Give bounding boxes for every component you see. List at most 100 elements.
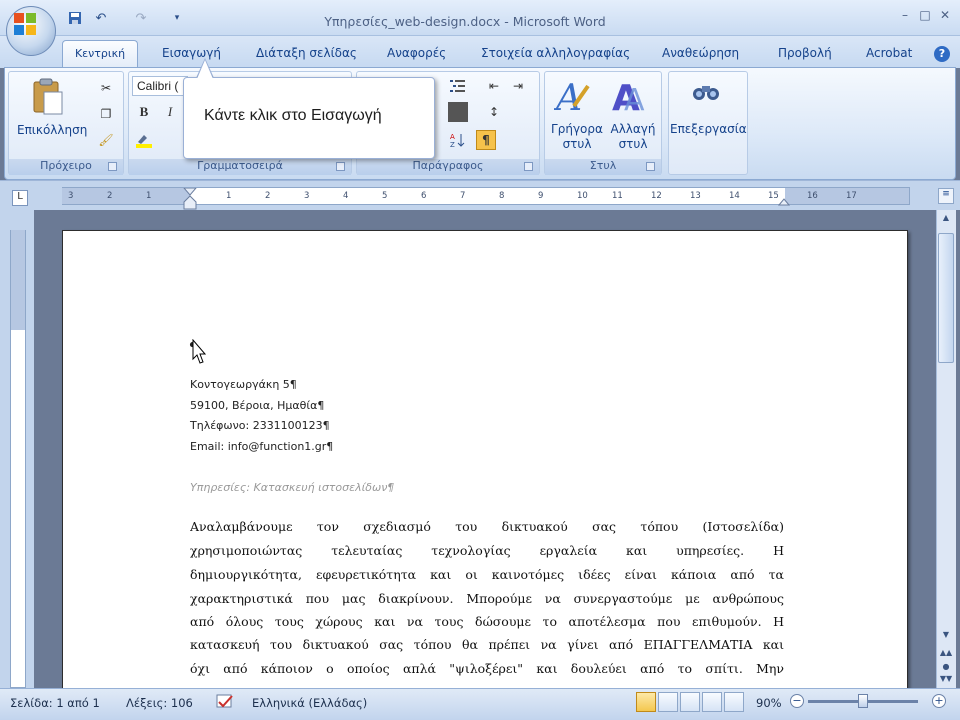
line-spacing-icon[interactable]: ↕ <box>484 102 504 122</box>
scroll-up-icon[interactable]: ▲ <box>938 213 954 227</box>
close-button[interactable]: ✕ <box>936 8 954 24</box>
document-page[interactable] <box>62 230 908 700</box>
ruler-tick: 14 <box>729 191 740 201</box>
ruler-tick: 5 <box>382 191 388 201</box>
previous-page-icon[interactable]: ▲▲ <box>938 648 954 662</box>
scrollbar-thumb[interactable] <box>938 233 954 363</box>
tab-view[interactable]: Προβολή <box>778 46 832 68</box>
body-line: από όλους τους χώρους και να τους δώσουμ… <box>190 614 784 629</box>
address-line: Email: info@function1.gr¶ <box>190 440 334 453</box>
office-logo-icon <box>14 13 36 35</box>
decrease-indent-icon[interactable]: ⇤ <box>484 76 504 96</box>
paragraph-launcher-icon[interactable] <box>524 162 533 171</box>
full-screen-reading-view-button[interactable] <box>658 692 678 712</box>
multilevel-list-icon[interactable] <box>448 76 468 96</box>
paste-label: Επικόλληση <box>17 123 88 137</box>
body-line: δημιουργικότητα, εφευρετικότητα και οι κ… <box>190 567 784 582</box>
editing-label[interactable]: Επεξεργασία <box>670 122 747 136</box>
customize-icon[interactable]: ▾ <box>168 9 186 27</box>
show-formatting-button[interactable]: ¶ <box>476 130 496 150</box>
address-line: 59100, Βέροια, Ημαθία¶ <box>190 399 325 412</box>
shading-icon[interactable] <box>448 102 468 122</box>
language-indicator[interactable]: Ελληνικά (Ελλάδας) <box>252 696 367 710</box>
font-name-box[interactable]: Calibri ( <box>132 76 188 96</box>
scroll-down-icon[interactable]: ▼ <box>938 630 954 644</box>
address-line: Κοντογεωργάκη 5¶ <box>190 378 297 391</box>
clipboard-launcher-icon[interactable] <box>108 162 117 171</box>
maximize-button[interactable]: □ <box>916 8 934 24</box>
view-ruler-icon[interactable]: ≡ <box>938 188 954 204</box>
italic-button[interactable]: I <box>160 102 180 122</box>
proofing-icon[interactable] <box>214 693 236 711</box>
styles-group-label: Στυλ <box>545 159 661 175</box>
format-painter-icon[interactable]: 🖌 <box>96 130 116 150</box>
ruler-tick: 16 <box>807 191 818 201</box>
copy-icon[interactable]: ❐ <box>96 104 116 124</box>
cut-icon[interactable]: ✂ <box>96 78 116 98</box>
address-line: Τηλέφωνο: 2331100123¶ <box>190 419 330 432</box>
ruler-tick: 3 <box>304 191 310 201</box>
body-line: όχι από κάποιον ο οποίος απλά "ψιλοξέρει… <box>190 661 784 676</box>
help-icon[interactable]: ? <box>934 46 950 62</box>
font-launcher-icon[interactable] <box>336 162 345 171</box>
tab-page-layout[interactable]: Διάταξη σελίδας <box>256 46 357 68</box>
paragraph-group-label: Παράγραφος <box>357 159 539 175</box>
ruler-tick: 8 <box>499 191 505 201</box>
ruler-tick: 13 <box>690 191 701 201</box>
tab-selector-button[interactable]: L <box>12 190 28 206</box>
quick-styles-label: Γρήγορα στυλ <box>551 122 603 151</box>
body-line: Αναλαμβάνουμε τον σχεδιασμό του δικτυακο… <box>190 519 784 534</box>
ruler-tick: 7 <box>460 191 466 201</box>
indent-marker-icon[interactable] <box>183 188 197 210</box>
word-count[interactable]: Λέξεις: 106 <box>126 696 193 710</box>
ruler-tick: 1 <box>226 191 232 201</box>
mouse-cursor-icon <box>192 339 206 364</box>
next-page-icon[interactable]: ▼▼ <box>938 674 954 688</box>
clipboard-group-label: Πρόχειρο <box>9 159 123 175</box>
find-binoculars-icon[interactable] <box>690 80 726 116</box>
tooltip-text: Κάντε κλικ στο Εισαγωγή <box>204 107 382 124</box>
styles-launcher-icon[interactable] <box>646 162 655 171</box>
highlight-icon[interactable] <box>134 130 154 150</box>
vertical-ruler-margin <box>11 230 25 330</box>
ruler-tick: 3 <box>68 191 74 201</box>
tab-references[interactable]: Αναφορές <box>387 46 446 68</box>
sort-icon[interactable]: AZ <box>448 130 468 150</box>
svg-text:A: A <box>624 83 645 116</box>
ruler-tick: 10 <box>577 191 588 201</box>
outline-view-button[interactable] <box>702 692 722 712</box>
increase-indent-icon[interactable]: ⇥ <box>508 76 528 96</box>
page-count[interactable]: Σελίδα: 1 από 1 <box>10 696 100 710</box>
body-line: κατασκευή του δικτυακού σας τόπου θα πρέ… <box>190 637 784 652</box>
tab-review[interactable]: Αναθεώρηση <box>662 46 739 68</box>
ruler-tick: 4 <box>343 191 349 201</box>
tab-mailings[interactable]: Στοιχεία αλληλογραφίας <box>481 46 630 68</box>
ruler-tick: 2 <box>107 191 113 201</box>
tab-acrobat[interactable]: Acrobat <box>866 46 912 68</box>
undo-icon[interactable]: ↶ <box>92 9 110 27</box>
svg-text:A: A <box>554 78 582 116</box>
redo-icon[interactable]: ↷ <box>132 9 150 27</box>
change-styles-icon: AA <box>612 78 645 119</box>
window-title: Υπηρεσίες_web-design.docx - Microsoft Wo… <box>324 14 606 29</box>
quick-styles-icon: A <box>553 78 590 119</box>
paste-icon <box>33 78 63 115</box>
tab-home[interactable]: Κεντρική <box>62 40 138 68</box>
ruler-tick: 6 <box>421 191 427 201</box>
zoom-level[interactable]: 90% <box>756 696 782 710</box>
print-layout-view-button[interactable] <box>636 692 656 712</box>
zoom-out-button[interactable]: − <box>790 694 804 708</box>
ruler-tick: 17 <box>846 191 857 201</box>
font-group-label: Γραμματοσειρά <box>129 159 351 175</box>
ruler-tick: 11 <box>612 191 623 201</box>
body-line: χρησιμοποιώντας τελευταίας τεχνολογίας ε… <box>190 543 784 558</box>
svg-text:A: A <box>450 133 455 141</box>
zoom-slider-knob[interactable] <box>858 694 868 708</box>
draft-view-button[interactable] <box>724 692 744 712</box>
minimize-button[interactable]: – <box>896 8 914 24</box>
bold-button[interactable]: B <box>134 102 154 122</box>
web-layout-view-button[interactable] <box>680 692 700 712</box>
right-indent-marker-icon[interactable] <box>778 194 790 206</box>
zoom-in-button[interactable]: + <box>932 694 946 708</box>
save-icon[interactable] <box>66 9 84 27</box>
